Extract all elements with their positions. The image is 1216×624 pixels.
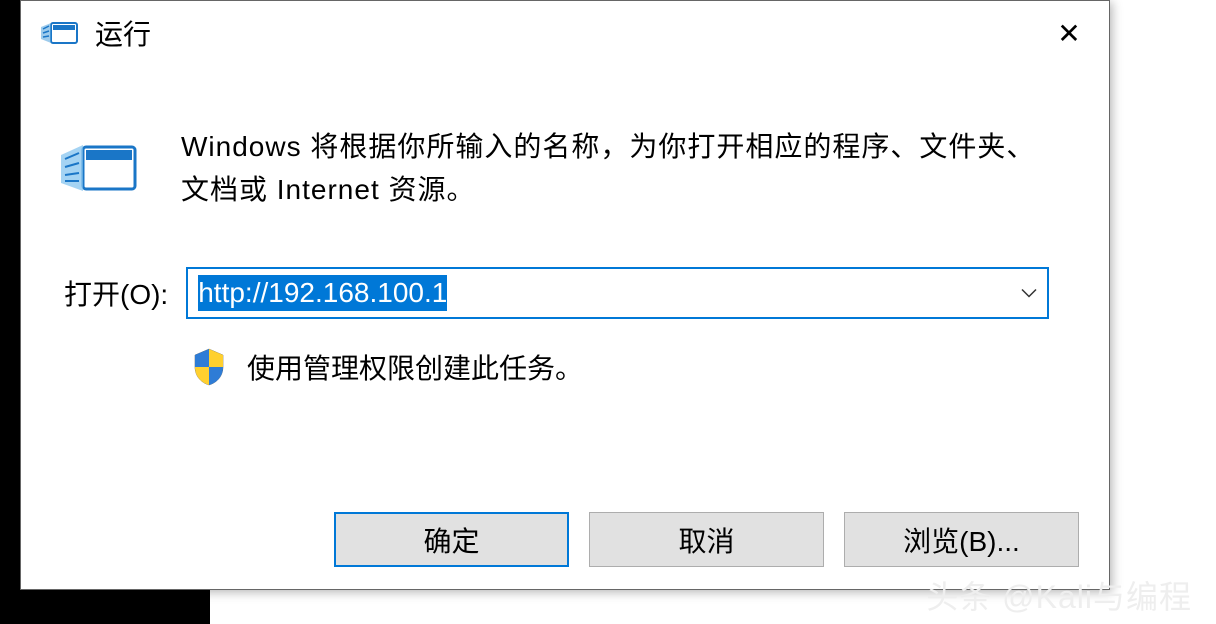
chevron-down-icon xyxy=(1021,282,1037,303)
open-input[interactable]: http://192.168.100.1 xyxy=(188,269,997,317)
close-button[interactable]: ✕ xyxy=(1039,8,1099,58)
input-selected-text: http://192.168.100.1 xyxy=(198,275,447,311)
admin-note-text: 使用管理权限创建此任务。 xyxy=(247,347,583,387)
dialog-title: 运行 xyxy=(95,13,1039,53)
button-row: 确定 取消 浏览(B)... xyxy=(334,512,1079,567)
description-row: Windows 将根据你所输入的名称，为你打开相应的程序、文件夹、文档或 Int… xyxy=(61,125,1049,212)
watermark-text: 头条 @Kali与编程 xyxy=(926,572,1192,618)
input-row: 打开(O): http://192.168.100.1 xyxy=(61,267,1049,319)
description-text: Windows 将根据你所输入的名称，为你打开相应的程序、文件夹、文档或 Int… xyxy=(181,125,1049,212)
titlebar: 运行 ✕ xyxy=(21,1,1109,65)
run-icon-large xyxy=(61,135,141,205)
run-icon-small xyxy=(41,17,81,49)
open-label: 打开(O): xyxy=(64,273,168,313)
cancel-button[interactable]: 取消 xyxy=(589,512,824,567)
run-dialog: 运行 ✕ Windows 将根据你所输入的名称，为你打开相应的程序、文件夹、文档… xyxy=(20,0,1110,590)
browse-button[interactable]: 浏览(B)... xyxy=(844,512,1079,567)
admin-note-row: 使用管理权限创建此任务。 xyxy=(191,347,1049,387)
shield-icon xyxy=(191,347,227,387)
close-icon: ✕ xyxy=(1057,17,1080,50)
open-combobox[interactable]: http://192.168.100.1 xyxy=(186,267,1049,319)
dialog-content: Windows 将根据你所输入的名称，为你打开相应的程序、文件夹、文档或 Int… xyxy=(21,65,1109,407)
ok-button[interactable]: 确定 xyxy=(334,512,569,567)
